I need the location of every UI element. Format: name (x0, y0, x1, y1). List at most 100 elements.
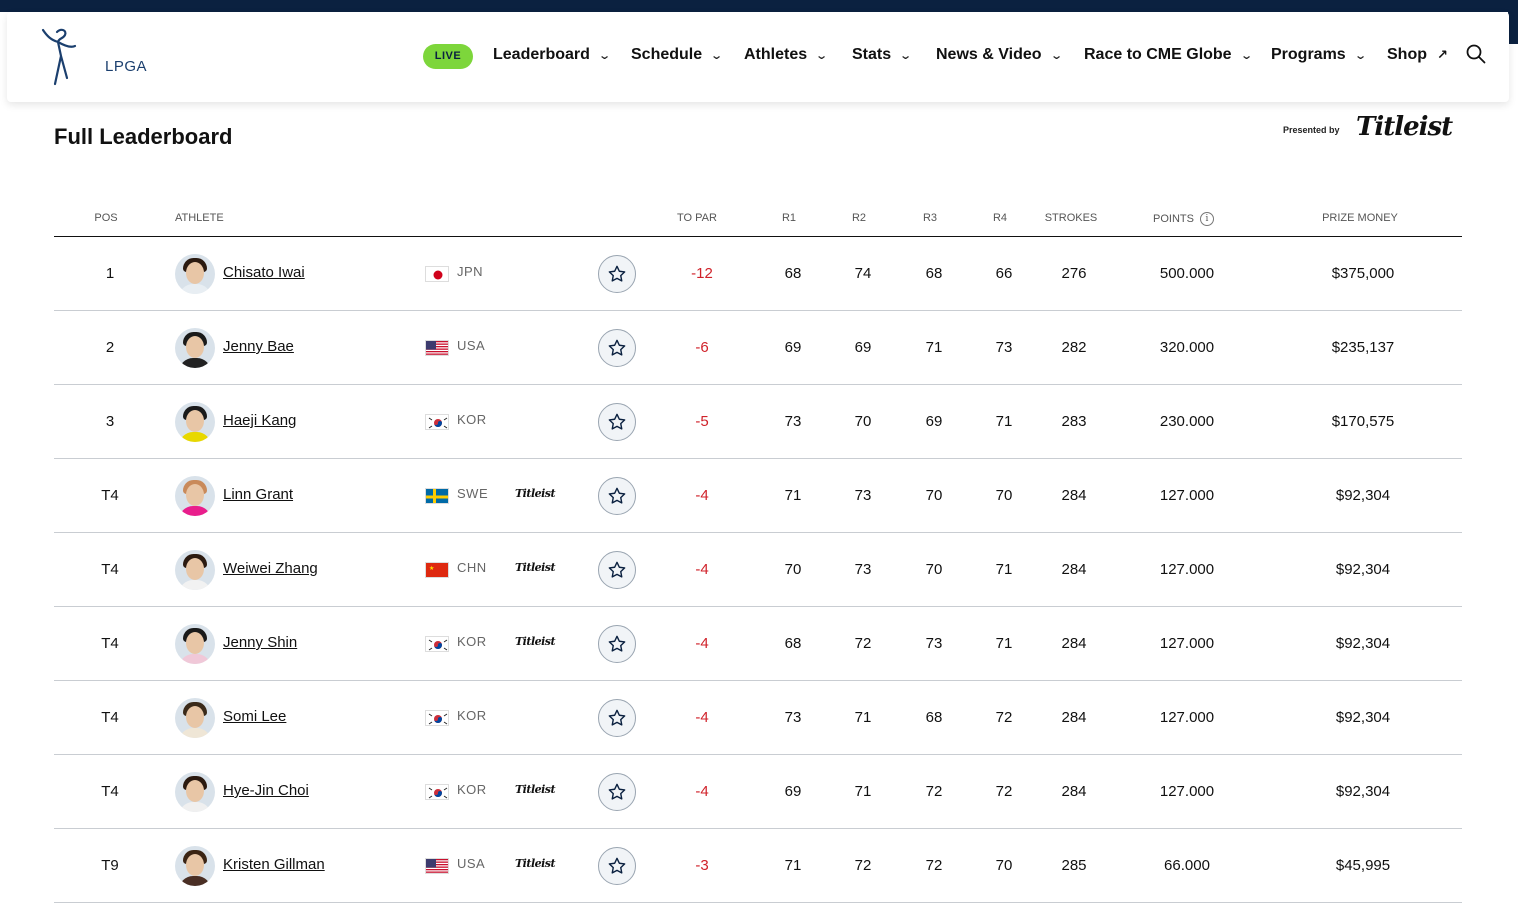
header-prize-money[interactable]: PRIZE MONEY (1308, 212, 1412, 224)
athlete-name-link[interactable]: Hye-Jin Choi (223, 782, 309, 799)
header-athlete[interactable]: ATHLETE (175, 212, 224, 224)
table-row[interactable]: T4 Hye-Jin Choi KOR Titleist -4 69 71 72… (54, 755, 1462, 829)
athlete-name-link[interactable]: Kristen Gillman (223, 856, 325, 873)
nav-item-label: Schedule (631, 46, 703, 63)
favorite-button[interactable] (598, 773, 636, 811)
chevron-down-icon: ⌄ (1049, 49, 1063, 62)
table-row[interactable]: T4 Jenny Shin KOR Titleist -4 68 72 73 7… (54, 607, 1462, 681)
favorite-button[interactable] (598, 255, 636, 293)
nav-item-schedule[interactable]: Schedule ⌄ (631, 45, 724, 65)
round-4-score: 71 (995, 413, 1013, 430)
athlete-name-link[interactable]: Chisato Iwai (223, 264, 305, 281)
favorite-button[interactable] (598, 847, 636, 885)
star-icon (608, 339, 626, 356)
lpga-logo[interactable]: LPGA (41, 26, 147, 88)
position: T4 (101, 487, 119, 504)
total-strokes: 284 (1061, 635, 1087, 652)
athlete-avatar[interactable] (175, 698, 215, 738)
athlete-avatar[interactable] (175, 476, 215, 516)
table-row[interactable]: 2 Jenny Bae USA -6 69 69 71 73 282 320.0… (54, 311, 1462, 385)
athlete-avatar[interactable] (175, 254, 215, 294)
total-strokes: 284 (1061, 783, 1087, 800)
star-icon (608, 783, 626, 800)
round-2-score: 72 (854, 857, 872, 874)
nav-item-athletes[interactable]: Athletes ⌄ (744, 45, 828, 65)
table-row[interactable]: T9 Kristen Gillman USA Titleist -3 71 72… (54, 829, 1462, 903)
athlete-name-link[interactable]: Haeji Kang (223, 412, 296, 429)
country-code: KOR (457, 412, 487, 427)
athlete-avatar[interactable] (175, 550, 215, 590)
header-strokes[interactable]: STROKES (1040, 212, 1102, 224)
total-strokes: 276 (1061, 265, 1087, 282)
athlete-avatar[interactable] (175, 772, 215, 812)
favorite-button[interactable] (598, 625, 636, 663)
nav-item-leaderboard[interactable]: Leaderboard ⌄ (493, 45, 611, 65)
round-3-score: 70 (925, 561, 943, 578)
titleist-sponsor-logo[interactable]: Titleist (1356, 112, 1453, 142)
round-4-score: 71 (995, 635, 1013, 652)
athlete-name-link[interactable]: Weiwei Zhang (223, 560, 318, 577)
favorite-button[interactable] (598, 477, 636, 515)
chevron-down-icon: ⌄ (710, 49, 724, 62)
nav-item-label: Programs (1271, 46, 1346, 63)
star-icon (608, 265, 626, 282)
header-r1[interactable]: R1 (771, 212, 807, 224)
usa-flag-icon (425, 858, 449, 874)
to-par: -3 (695, 857, 709, 874)
round-3-score: 72 (925, 783, 943, 800)
to-par: -6 (695, 339, 709, 356)
header-r3[interactable]: R3 (912, 212, 948, 224)
header-to-par[interactable]: TO PAR (666, 212, 728, 224)
round-1-score: 70 (784, 561, 802, 578)
points: 127.000 (1159, 561, 1215, 578)
round-3-score: 71 (925, 339, 943, 356)
titleist-sponsor-icon: Titleist (515, 857, 556, 870)
round-2-score: 71 (854, 783, 872, 800)
to-par: -4 (695, 709, 709, 726)
to-par: -5 (695, 413, 709, 430)
athlete-name-link[interactable]: Somi Lee (223, 708, 286, 725)
athlete-name-link[interactable]: Jenny Shin (223, 634, 297, 651)
to-par: -4 (695, 783, 709, 800)
round-2-score: 72 (854, 635, 872, 652)
prize-money: $170,575 (1331, 413, 1395, 430)
nav-item-shop[interactable]: Shop ↗ (1387, 45, 1448, 65)
table-row[interactable]: 3 Haeji Kang KOR -5 73 70 69 71 283 230.… (54, 385, 1462, 459)
nav-item-stats[interactable]: Stats ⌄ (852, 45, 912, 65)
athlete-name-link[interactable]: Jenny Bae (223, 338, 294, 355)
athlete-name-link[interactable]: Linn Grant (223, 486, 293, 503)
favorite-button[interactable] (598, 551, 636, 589)
nav-item-news-video[interactable]: News & Video ⌄ (936, 45, 1063, 65)
table-row[interactable]: T4 Somi Lee KOR -4 73 71 68 72 284 127.0… (54, 681, 1462, 755)
favorite-button[interactable] (598, 329, 636, 367)
athlete-avatar[interactable] (175, 402, 215, 442)
prize-money: $92,304 (1335, 487, 1391, 504)
table-row[interactable]: T4 Weiwei Zhang ★ CHN Titleist -4 70 73 … (54, 533, 1462, 607)
total-strokes: 284 (1061, 487, 1087, 504)
search-icon[interactable] (1465, 43, 1487, 65)
table-row[interactable]: T4 Linn Grant SWE Titleist -4 71 73 70 7… (54, 459, 1462, 533)
points: 320.000 (1159, 339, 1215, 356)
chevron-down-icon: ⌄ (1239, 49, 1253, 62)
round-3-score: 73 (925, 635, 943, 652)
info-icon[interactable]: i (1199, 212, 1214, 226)
swe-flag-icon (425, 488, 449, 504)
header-points[interactable]: POINTS i (1153, 212, 1214, 226)
favorite-button[interactable] (598, 699, 636, 737)
header-r2[interactable]: R2 (841, 212, 877, 224)
nav-item-programs[interactable]: Programs ⌄ (1271, 45, 1367, 65)
favorite-button[interactable] (598, 403, 636, 441)
athlete-avatar[interactable] (175, 624, 215, 664)
athlete-avatar[interactable] (175, 328, 215, 368)
prize-money: $92,304 (1335, 783, 1391, 800)
country-code: USA (457, 856, 486, 871)
header-pos[interactable]: POS (80, 212, 132, 224)
star-icon (608, 709, 626, 726)
athlete-avatar[interactable] (175, 846, 215, 886)
header-r4[interactable]: R4 (982, 212, 1018, 224)
live-badge[interactable]: LIVE (423, 44, 473, 69)
nav-item-race-to-cme-globe[interactable]: Race to CME Globe ⌄ (1084, 45, 1253, 65)
position: T4 (101, 709, 119, 726)
position: 3 (105, 413, 115, 430)
table-row[interactable]: 1 Chisato Iwai JPN -12 68 74 68 66 276 5… (54, 237, 1462, 311)
